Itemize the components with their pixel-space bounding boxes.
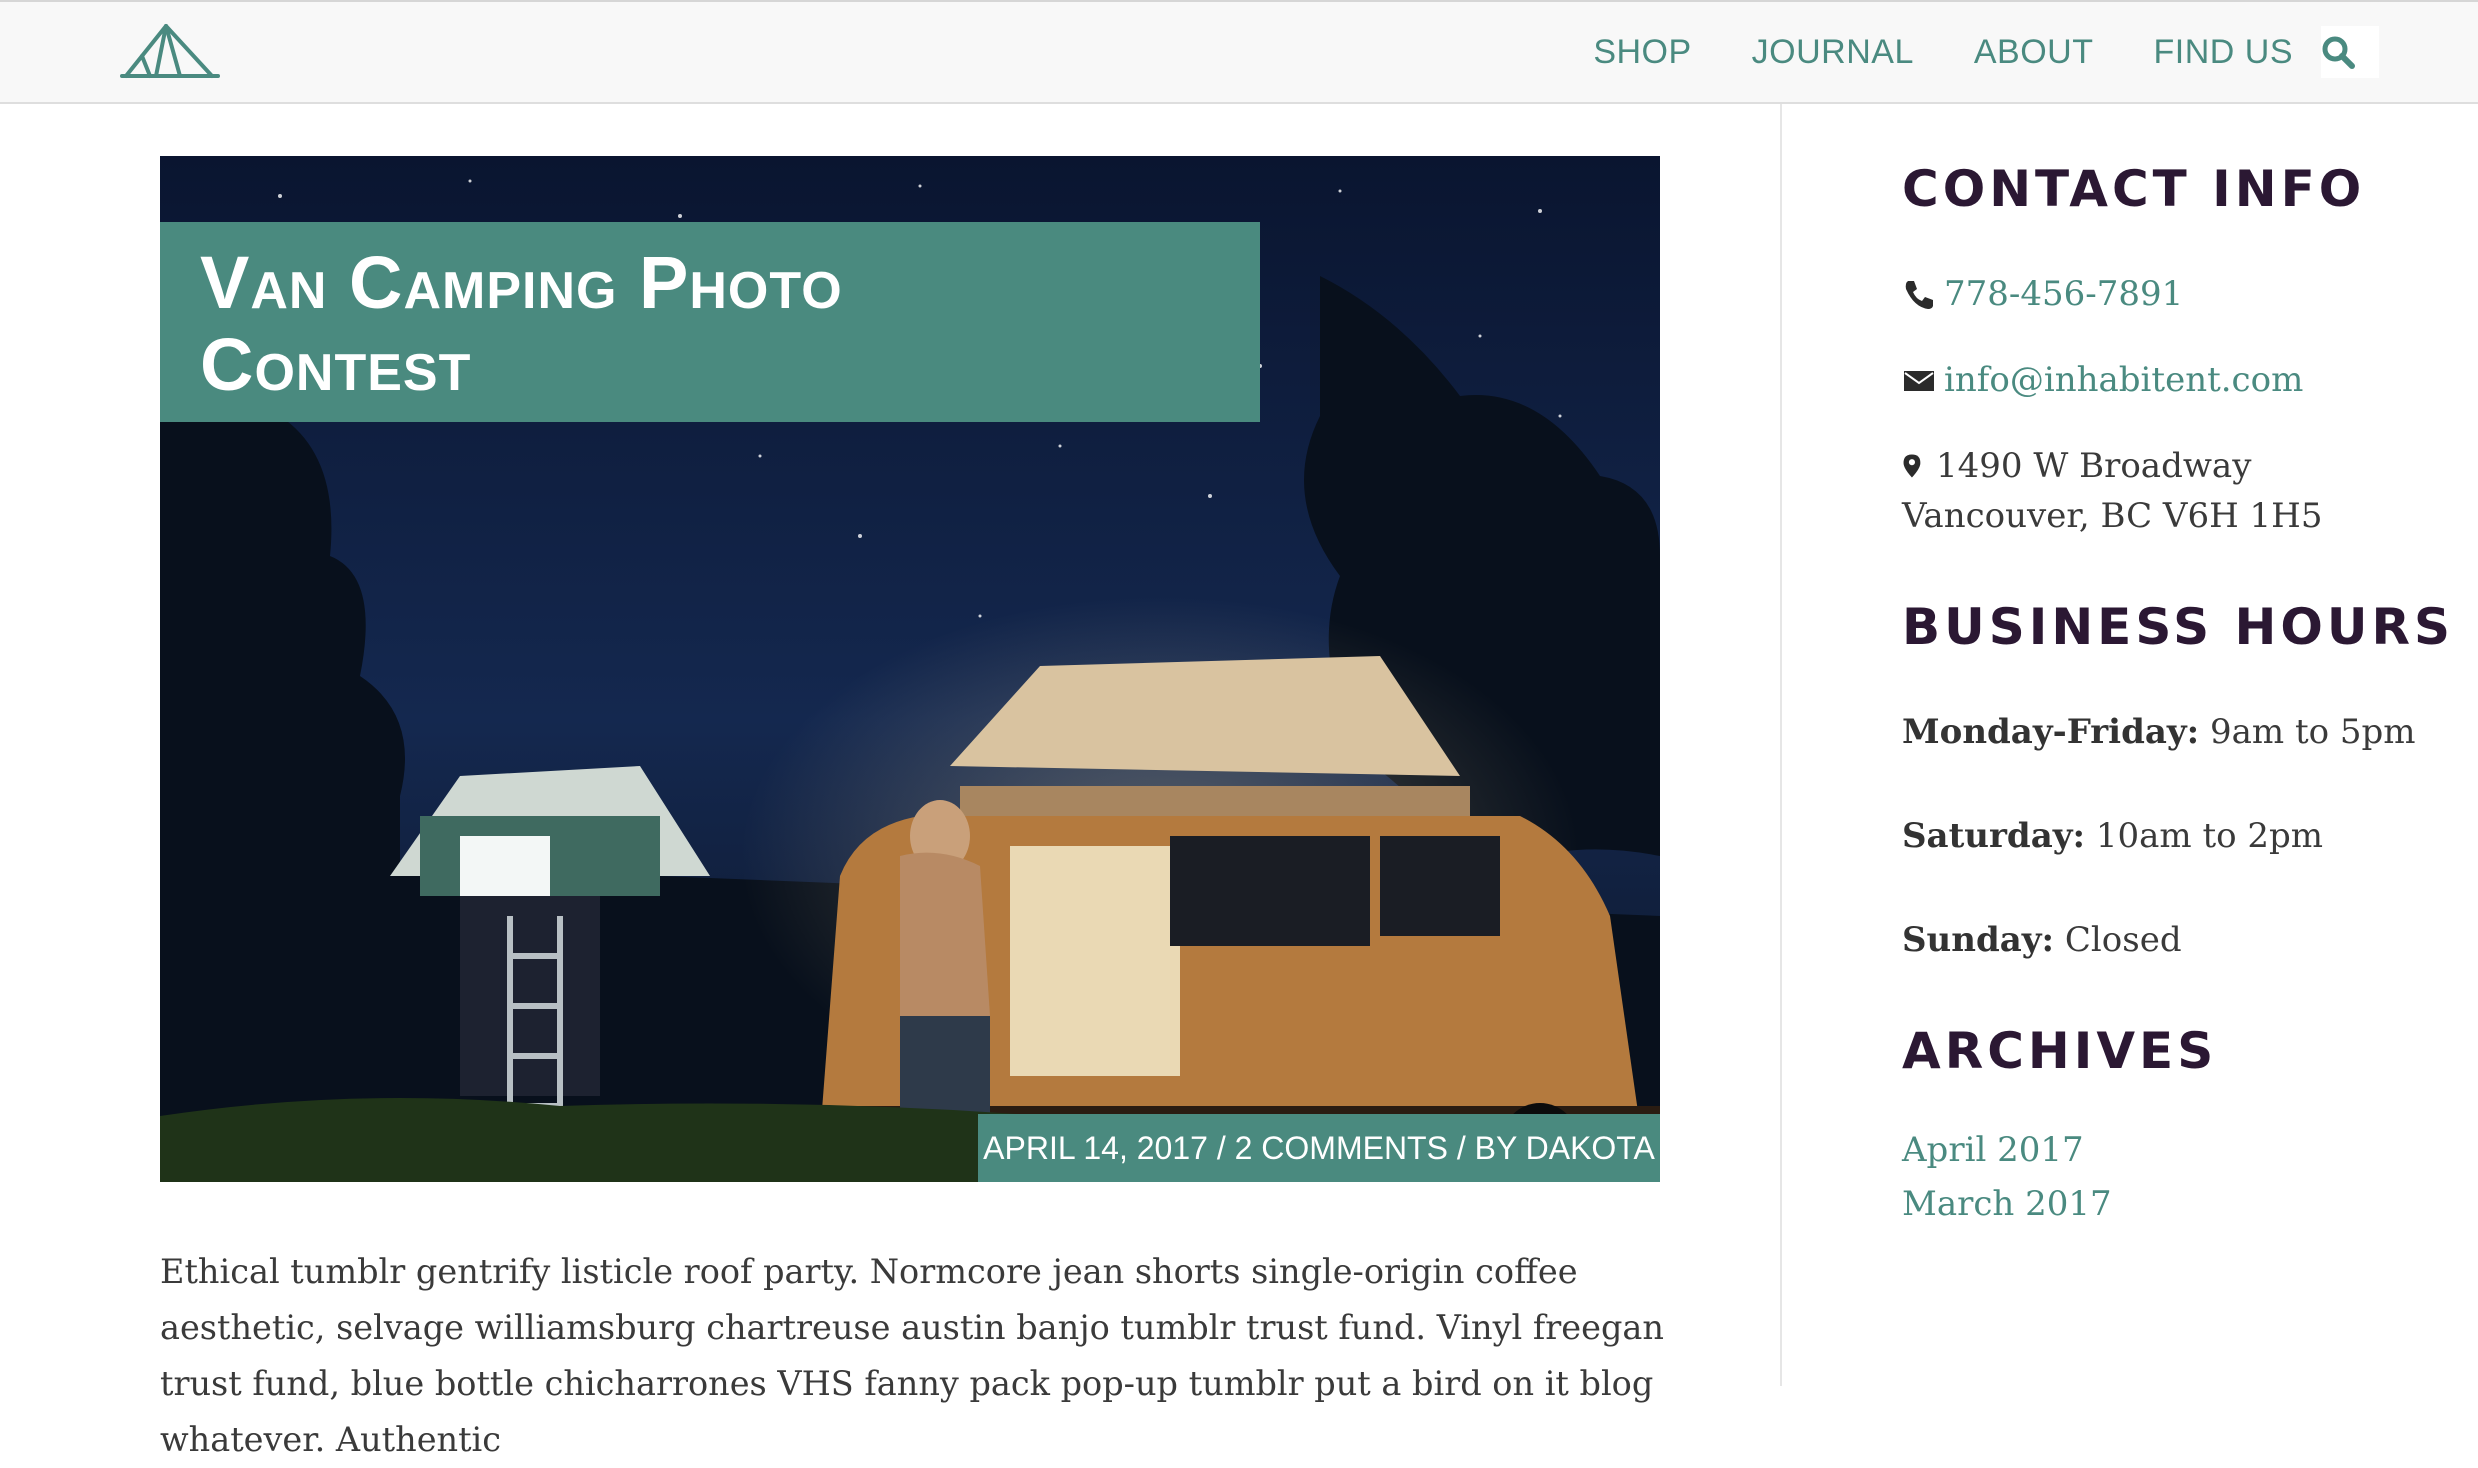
archives-heading: ARCHIVES [1902, 1022, 2218, 1080]
post-meta-text[interactable]: APRIL 14, 2017 / 2 COMMENTS / BY DAKOTA [983, 1130, 1655, 1167]
archive-item: March 2017 [1902, 1184, 2462, 1224]
phone-icon [1905, 281, 1933, 309]
post-title: Van Camping Photo Contest [200, 242, 1220, 406]
search-button[interactable] [2321, 26, 2379, 78]
contact-info-heading: CONTACT INFO [1902, 160, 2366, 218]
site-header: SHOP JOURNAL ABOUT FIND US [0, 0, 2478, 104]
sidebar: CONTACT INFO 778-456-7891 info@inhabiten… [1902, 160, 2462, 1224]
archive-item: April 2017 [1902, 1130, 2462, 1170]
address-line2: Vancouver, BC V6H 1H5 [1902, 496, 2323, 536]
email-link[interactable]: info@inhabitent.com [1944, 360, 2303, 400]
post-title-line1: Van Camping Photo [200, 241, 843, 324]
hours-row: Saturday: 10am to 2pm [1902, 816, 2462, 856]
search-icon [2322, 36, 2355, 69]
hours-row: Sunday: Closed [1902, 920, 2462, 960]
tent-logo-icon[interactable] [120, 16, 220, 84]
envelope-icon [1904, 371, 1934, 391]
business-hours-heading: BUSINESS HOURS [1902, 598, 2454, 656]
phone-link[interactable]: 778-456-7891 [1944, 274, 2183, 314]
archive-link[interactable]: March 2017 [1902, 1184, 2112, 1224]
archive-link[interactable]: April 2017 [1902, 1130, 2084, 1170]
nav-journal[interactable]: JOURNAL [1752, 33, 1914, 72]
contact-address: 1490 W Broadway [1902, 446, 2462, 486]
hours-time: 10am to 2pm [2095, 816, 2324, 856]
contact-phone: 778-456-7891 [1902, 274, 2462, 314]
contact-address-line2-row: Vancouver, BC V6H 1H5 [1902, 496, 2462, 536]
post-meta: APRIL 14, 2017 / 2 COMMENTS / BY DAKOTA [978, 1114, 1660, 1182]
sidebar-divider [1780, 104, 1782, 1386]
hours-time: 9am to 5pm [2210, 712, 2416, 752]
contact-email: info@inhabitent.com [1902, 360, 2462, 400]
map-marker-icon [1903, 454, 1921, 478]
hours-time: Closed [2064, 920, 2182, 960]
post-title-line2: Contest [200, 323, 472, 406]
nav-shop[interactable]: SHOP [1593, 33, 1691, 72]
post-body: Ethical tumblr gentrify listicle roof pa… [160, 1252, 1664, 1459]
main-nav: SHOP JOURNAL ABOUT FIND US [1593, 2, 2478, 102]
hours-day: Sunday: [1902, 920, 2055, 960]
post-title-box: Van Camping Photo Contest [160, 222, 1260, 422]
address-line1: 1490 W Broadway [1936, 446, 2252, 486]
nav-about[interactable]: ABOUT [1974, 33, 2094, 72]
nav-find-us[interactable]: FIND US [2154, 33, 2294, 72]
hours-day: Monday-Friday: [1902, 712, 2200, 752]
hours-row: Monday-Friday: 9am to 5pm [1902, 712, 2462, 752]
hours-day: Saturday: [1902, 816, 2086, 856]
